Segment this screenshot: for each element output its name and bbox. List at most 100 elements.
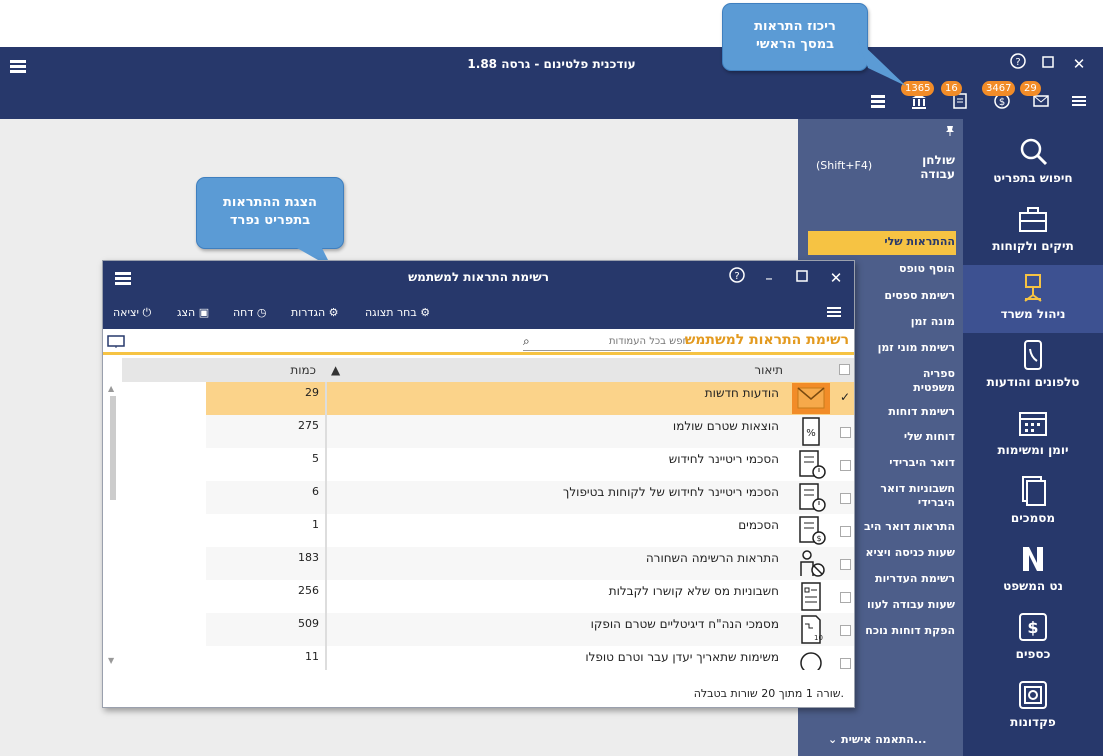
settings-button[interactable]: הגדרות ⚙ [291, 306, 339, 319]
cell-qty: 5 [206, 448, 326, 481]
exit-button[interactable]: יציאה ⏻ [113, 306, 151, 320]
customize-link[interactable]: ⌄ התאמה אישית... [828, 733, 926, 746]
nav-item-label: ניהול משרד [1000, 307, 1066, 321]
exit-label: יציאה [113, 306, 139, 319]
svg-text:10: 10 [814, 634, 823, 642]
table-row[interactable]: 6 הסכמי ריטיינר לחידוש של לקוחות בטיפולך [206, 481, 854, 514]
svg-text:%: % [806, 428, 816, 439]
nav-item-money[interactable]: $ כספים [963, 605, 1103, 673]
nav-item-label: נט המשפט [1003, 579, 1063, 593]
help-icon[interactable]: ? [1007, 53, 1029, 75]
table-row[interactable]: 5 הסכמי ריטיינר לחידוש [206, 448, 854, 481]
search-input[interactable] [539, 333, 689, 349]
gear-icon: ⚙ [420, 306, 431, 319]
submenu-item[interactable]: דואר היברידי [889, 456, 955, 470]
alerts-dialog: רשימת התראות למשתמש ? – ✕ יציאה ⏻ הצג ▣ … [102, 260, 855, 708]
row-checkbox[interactable] [840, 625, 851, 636]
chevron-down-icon: ⌄ [828, 733, 838, 746]
show-button[interactable]: הצג ▣ [177, 306, 209, 319]
settings-label: הגדרות [291, 306, 326, 319]
dialog-title-bar: רשימת התראות למשתמש ? – ✕ [103, 261, 854, 295]
nav-item-search[interactable]: חיפוש בתפריט [963, 129, 1103, 197]
submenu-shortcut: (Shift+F4) [816, 159, 873, 172]
dialog-close-icon[interactable]: ✕ [825, 267, 847, 289]
cell-qty: 183 [206, 547, 326, 580]
submenu-item[interactable]: מונה זמן [911, 315, 955, 329]
nav-item-netlaw[interactable]: נט המשפט [963, 537, 1103, 605]
row-checkbox-checked[interactable]: ✓ [840, 390, 851, 404]
right-nav: חיפוש בתפריט תיקים ולקוחות ניהול משרד טלפונ… [963, 119, 1103, 756]
submenu-item[interactable]: ההתראות שלי [884, 235, 955, 249]
bulb-icon [800, 652, 822, 670]
monitor-icon[interactable] [107, 335, 125, 349]
submenu-item[interactable]: שעות כניסה ויציא [865, 546, 955, 560]
dialog-help-icon[interactable]: ? [726, 267, 748, 289]
column-divider [326, 448, 327, 481]
pin-icon[interactable] [944, 125, 956, 137]
select-all-checkbox[interactable] [839, 364, 850, 375]
nav-item-briefcase[interactable]: תיקים ולקוחות [963, 197, 1103, 265]
table-row[interactable]: 183 התראות הרשימה השחורה [206, 547, 854, 580]
row-checkbox[interactable] [840, 559, 851, 570]
row-checkbox[interactable] [840, 526, 851, 537]
nav-item-calendar[interactable]: יומן ומשימות [963, 401, 1103, 469]
dialog-menu-icon[interactable] [827, 305, 841, 319]
svg-text:?: ? [1015, 57, 1020, 68]
row-checkbox[interactable] [840, 493, 851, 504]
submenu-item[interactable]: רשימת מוני זמן [878, 341, 955, 355]
dialog-minimize-icon[interactable]: – [758, 267, 780, 289]
column-divider [326, 382, 327, 415]
submenu-item[interactable]: התראות דואר היב [864, 520, 955, 534]
row-checkbox[interactable] [840, 592, 851, 603]
submenu-item[interactable]: רשימת העדריות [875, 572, 955, 586]
submenu-item[interactable]: רשימת ספסים [884, 289, 955, 303]
nav-item-label: מסמכים [1010, 511, 1056, 525]
nav-item-phone[interactable]: טלפונים והודעות [963, 333, 1103, 401]
sort-asc-icon[interactable]: ▲ [331, 358, 343, 382]
column-header-qty[interactable]: כמות [210, 358, 322, 382]
column-header-desc[interactable]: תיאור [663, 358, 783, 382]
logo-small-icon[interactable] [870, 93, 886, 109]
nav-item-documents[interactable]: מסמכים [963, 469, 1103, 537]
mail-badge: 29 [1020, 81, 1041, 96]
close-icon[interactable]: ✕ [1068, 53, 1090, 75]
search-field[interactable]: ⌕ [523, 333, 691, 351]
submenu-item[interactable]: ספריה משפטית [913, 367, 955, 395]
cell-qty: 1 [206, 514, 326, 547]
submenu-item[interactable]: שעות עבודה לעוו [867, 598, 955, 612]
nav-item-label: פקדונות [1010, 715, 1056, 729]
dialog-maximize-icon[interactable] [791, 267, 813, 289]
doc-clock-icon [799, 483, 826, 512]
submenu-item[interactable]: דוחות שלי [904, 430, 955, 444]
table-row[interactable]: 11 משימות שתאריך יעדן עבר וטרם טופלו [206, 646, 854, 670]
table-row[interactable]: 275 הוצאות שטרם שולמו% [206, 415, 854, 448]
row-checkbox[interactable] [840, 460, 851, 471]
table-row[interactable]: 1 הסכמים $ [206, 514, 854, 547]
submenu-item[interactable]: רשימת דוחות [888, 405, 955, 419]
gear-icon: ⚙ [328, 306, 339, 319]
submenu-item[interactable]: הפקת דוחות נוכח [865, 624, 955, 638]
doc-dollar-icon: $ [799, 516, 826, 545]
nav-item-deposit[interactable]: פקדונות [963, 673, 1103, 741]
nav-item-office[interactable]: ניהול משרד [963, 265, 1103, 333]
table-row[interactable]: 29 הודעות חדשות ✓ [206, 382, 854, 415]
alerts-table: כמות ▲ תיאור ▲ ▼ 29 הודעות חדשות ✓ 275 הוצאו… [103, 358, 854, 670]
maximize-icon[interactable] [1037, 53, 1059, 75]
cell-desc: חשבוניות מס שלא קושרו לקבלות [608, 584, 779, 598]
row-checkbox[interactable] [840, 427, 851, 438]
cell-qty: 509 [206, 613, 326, 646]
callout-top-pointer [858, 40, 906, 86]
postpone-button[interactable]: דחה ◷ [233, 306, 267, 319]
table-row[interactable]: 256 חשבוניות מס שלא קושרו לקבלות [206, 580, 854, 613]
submenu-item[interactable]: חשבוניות דואר היברידי [880, 482, 955, 510]
percent-doc-icon: % [802, 417, 820, 446]
dialog-header: ⌕ רשימת התראות למשתמש [103, 329, 854, 355]
row-checkbox[interactable] [840, 658, 851, 669]
cell-desc: מסמכי הנה"ח דיגיטליים שטרם הופקו [590, 617, 779, 631]
submenu-item[interactable]: הוסף טופס [899, 262, 955, 276]
cell-qty: 29 [206, 382, 326, 415]
submenu-workdesk[interactable]: שולחן עבודה [920, 153, 955, 181]
display-button[interactable]: בחר תצוגה ⚙ [365, 306, 430, 319]
hamburger-menu-icon[interactable] [1071, 93, 1087, 109]
table-row[interactable]: 509 מסמכי הנה"ח דיגיטליים שטרם הופקו 10 [206, 613, 854, 646]
